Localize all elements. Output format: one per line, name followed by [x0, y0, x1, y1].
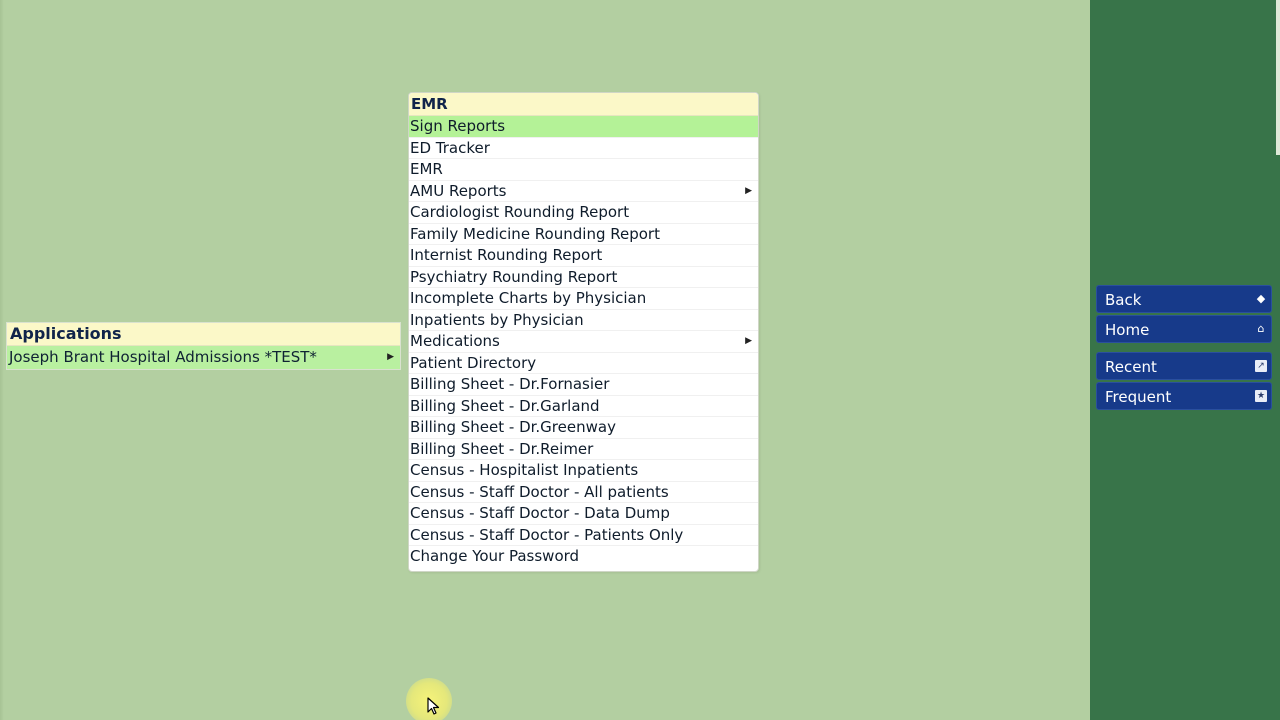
- emr-item-census-hospitalist[interactable]: Census - Hospitalist Inpatients: [409, 460, 758, 482]
- emr-item-label: Family Medicine Rounding Report: [410, 224, 660, 243]
- back-button[interactable]: Back ◆: [1096, 285, 1272, 313]
- frequent-button[interactable]: Frequent ★: [1096, 382, 1272, 410]
- emr-item-patient-directory[interactable]: Patient Directory: [409, 353, 758, 374]
- emr-item-label: Inpatients by Physician: [410, 310, 584, 329]
- emr-item-label: Sign Reports: [410, 117, 506, 135]
- emr-item-label: Patient Directory: [410, 353, 537, 372]
- home-button-label: Home: [1105, 321, 1150, 339]
- chevron-right-icon: ▶: [387, 352, 394, 362]
- applications-menu-header: Applications: [7, 323, 400, 346]
- emr-item-census-data-dump[interactable]: Census - Staff Doctor - Data Dump: [409, 503, 758, 525]
- emr-item-amu-reports[interactable]: AMU Reports ▶: [409, 181, 758, 202]
- emr-item-cardiologist-rounding-report[interactable]: Cardiologist Rounding Report: [409, 202, 758, 224]
- emr-item-medications[interactable]: Medications ▶: [409, 331, 758, 353]
- cursor-arrow-icon: [427, 697, 440, 715]
- chevron-right-icon: ▶: [745, 336, 752, 346]
- recent-button[interactable]: Recent ↗: [1096, 352, 1272, 380]
- emr-item-label: EMR: [410, 160, 443, 178]
- emr-item-change-password[interactable]: Change Your Password: [409, 546, 758, 568]
- frequent-button-label: Frequent: [1105, 388, 1172, 406]
- emr-item-label: Change Your Password: [410, 547, 580, 565]
- emr-item-label: Psychiatry Rounding Report: [410, 267, 618, 286]
- emr-item-internist-rounding-report[interactable]: Internist Rounding Report: [409, 245, 758, 267]
- emr-item-label: Billing Sheet - Dr.Greenway: [410, 418, 616, 436]
- home-icon: ⌂: [1257, 322, 1265, 335]
- recent-button-label: Recent: [1105, 358, 1157, 376]
- emr-item-label: Billing Sheet - Dr.Fornasier: [410, 375, 610, 393]
- emr-item-label: Billing Sheet - Dr.Garland: [410, 396, 600, 415]
- home-button[interactable]: Home ⌂: [1096, 315, 1272, 343]
- emr-item-ed-tracker[interactable]: ED Tracker: [409, 138, 758, 159]
- emr-item-label: Incomplete Charts by Physician: [410, 289, 647, 307]
- nav-group-primary: Back ◆ Home ⌂: [1096, 285, 1272, 345]
- emr-item-billing-greenway[interactable]: Billing Sheet - Dr.Greenway: [409, 417, 758, 439]
- emr-item-family-medicine-rounding-report[interactable]: Family Medicine Rounding Report: [409, 224, 758, 245]
- emr-item-label: Medications: [410, 332, 500, 350]
- emr-item-billing-fornasier[interactable]: Billing Sheet - Dr.Fornasier: [409, 374, 758, 396]
- emr-item-incomplete-charts[interactable]: Incomplete Charts by Physician: [409, 288, 758, 310]
- emr-item-census-all-patients[interactable]: Census - Staff Doctor - All patients: [409, 482, 758, 503]
- emr-item-emr[interactable]: EMR: [409, 159, 758, 181]
- emr-item-label: ED Tracker: [410, 138, 490, 157]
- emr-item-label: Internist Rounding Report: [410, 246, 603, 264]
- applications-menu: Applications Joseph Brant Hospital Admis…: [6, 322, 401, 370]
- back-button-label: Back: [1105, 291, 1142, 309]
- applications-item-label: Joseph Brant Hospital Admissions *TEST*: [9, 348, 317, 366]
- left-edge: [0, 0, 4, 720]
- emr-item-label: Census - Staff Doctor - Patients Only: [410, 525, 684, 544]
- emr-item-sign-reports[interactable]: Sign Reports: [409, 116, 758, 138]
- emr-item-billing-reimer[interactable]: Billing Sheet - Dr.Reimer: [409, 439, 758, 460]
- emr-item-label: Cardiologist Rounding Report: [410, 203, 630, 221]
- chevron-right-icon: ▶: [745, 185, 752, 196]
- emr-item-billing-garland[interactable]: Billing Sheet - Dr.Garland: [409, 396, 758, 417]
- frequent-icon: ★: [1255, 390, 1267, 402]
- nav-group-secondary: Recent ↗ Frequent ★: [1096, 352, 1272, 412]
- emr-item-psychiatry-rounding-report[interactable]: Psychiatry Rounding Report: [409, 267, 758, 288]
- emr-item-census-patients-only[interactable]: Census - Staff Doctor - Patients Only: [409, 525, 758, 546]
- applications-item-joseph-brant[interactable]: Joseph Brant Hospital Admissions *TEST* …: [7, 346, 400, 369]
- scrollbar[interactable]: [1276, 0, 1280, 155]
- emr-item-label: Census - Staff Doctor - All patients: [410, 482, 669, 501]
- emr-item-label: Census - Staff Doctor - Data Dump: [410, 504, 670, 522]
- emr-menu-header: EMR: [409, 93, 758, 116]
- emr-item-label: Census - Hospitalist Inpatients: [410, 461, 639, 479]
- recent-icon: ↗: [1255, 360, 1267, 372]
- emr-item-label: AMU Reports: [410, 181, 507, 200]
- emr-item-label: Billing Sheet - Dr.Reimer: [410, 439, 594, 458]
- back-arrow-icon: ◆: [1256, 292, 1266, 305]
- emr-item-inpatients-by-physician[interactable]: Inpatients by Physician: [409, 310, 758, 331]
- emr-menu: EMR Sign Reports ED Tracker EMR AMU Repo…: [408, 92, 759, 572]
